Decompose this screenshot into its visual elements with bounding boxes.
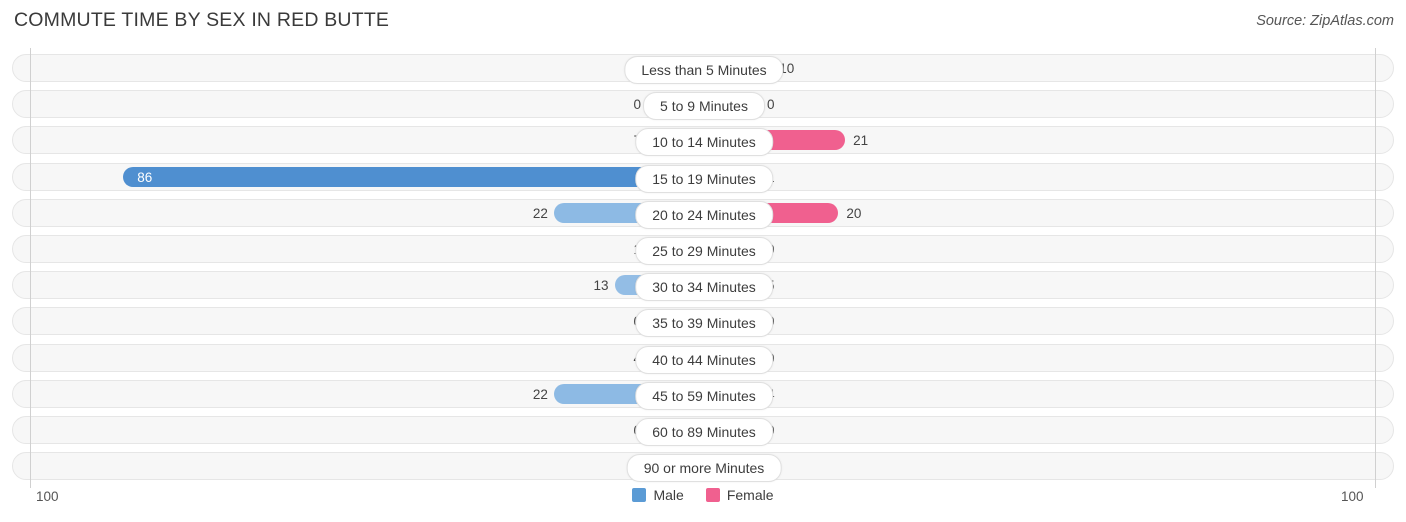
source-attribution: Source: ZipAtlas.com bbox=[1256, 13, 1394, 29]
category-label: 10 to 14 Minutes bbox=[635, 128, 773, 157]
bar-male[interactable] bbox=[123, 166, 702, 187]
legend-item[interactable]: Male bbox=[632, 487, 684, 503]
chart-row[interactable]: 0 035 to 39 Minutes bbox=[12, 307, 1394, 338]
category-label: 15 to 19 Minutes bbox=[635, 164, 773, 193]
category-label: 30 to 34 Minutes bbox=[635, 273, 773, 302]
value-label-female: 1 bbox=[767, 168, 825, 188]
value-label-female: 20 bbox=[846, 205, 862, 221]
value-label-male: 7 bbox=[583, 131, 641, 151]
value-label-male: 1 bbox=[583, 240, 641, 260]
chart-row-inner: 22 20 20 to 24 Minutes bbox=[13, 200, 1393, 229]
value-label-male: 13 bbox=[593, 278, 609, 294]
value-label-female: 0 bbox=[767, 240, 825, 260]
chart-row[interactable]: 22 445 to 59 Minutes bbox=[12, 379, 1394, 410]
value-label-male: 86 bbox=[137, 169, 153, 185]
value-label-female: 0 bbox=[767, 97, 775, 113]
value-label-male: 0 bbox=[583, 312, 641, 332]
value-label-male: 4 bbox=[583, 349, 641, 369]
value-label-female: 0 bbox=[767, 349, 825, 369]
value-label-male: 22 bbox=[532, 205, 548, 221]
chart-row[interactable]: 1 025 to 29 Minutes bbox=[12, 235, 1394, 265]
chart-row[interactable]: 0 05 to 9 Minutes bbox=[12, 90, 1394, 121]
chart-row-inner: 0 035 to 39 Minutes bbox=[13, 308, 1393, 338]
category-label: Less than 5 Minutes bbox=[624, 56, 784, 84]
category-label: 45 to 59 Minutes bbox=[635, 381, 773, 410]
chart-row-inner: 7 21 10 to 14 Minutes bbox=[13, 127, 1393, 157]
chart-row-inner: 4 040 to 44 Minutes bbox=[13, 345, 1393, 374]
legend-swatch-icon bbox=[705, 488, 720, 502]
value-label-female: 5 bbox=[767, 276, 825, 296]
page-title: COMMUTE TIME BY SEX IN RED BUTTE bbox=[14, 9, 390, 31]
chart-row[interactable]: 86 115 to 19 Minutes bbox=[12, 162, 1394, 193]
legend-label: Male bbox=[653, 487, 684, 503]
category-label: 60 to 89 Minutes bbox=[635, 418, 773, 446]
value-label-male: 0 bbox=[583, 421, 641, 441]
chart-row-inner: 86 115 to 19 Minutes bbox=[13, 164, 1393, 193]
category-label: 35 to 39 Minutes bbox=[635, 309, 773, 338]
chart-row-inner: 1 025 to 29 Minutes bbox=[13, 236, 1393, 265]
value-label-female: 0 bbox=[767, 421, 825, 441]
category-label: 40 to 44 Minutes bbox=[635, 345, 773, 374]
legend-swatch-icon bbox=[632, 488, 647, 502]
legend-label: Female bbox=[726, 487, 774, 503]
value-label-male: 0 bbox=[633, 97, 641, 113]
category-label: 25 to 29 Minutes bbox=[635, 237, 773, 265]
chart-row-inner: 13 530 to 34 Minutes bbox=[13, 272, 1393, 302]
chart-row-inner: 0090 or more Minutes bbox=[13, 453, 1393, 483]
chart-row-inner: 010Less than 5 Minutes bbox=[13, 55, 1393, 84]
chart-row[interactable]: 13 530 to 34 Minutes bbox=[12, 271, 1394, 302]
chart-row-inner: 22 445 to 59 Minutes bbox=[13, 381, 1393, 410]
value-label-female: 21 bbox=[853, 133, 869, 149]
plot-area: 010Less than 5 Minutes005 to 9 Minutes72… bbox=[0, 48, 1406, 488]
value-label-female: 0 bbox=[767, 312, 825, 332]
value-label-female: 4 bbox=[767, 385, 825, 405]
legend-item[interactable]: Female bbox=[705, 487, 774, 503]
chart-legend: Male Female bbox=[0, 487, 1406, 503]
value-label-female: 10 bbox=[779, 61, 795, 76]
chart-row[interactable]: 4 040 to 44 Minutes bbox=[12, 343, 1394, 374]
chart-row-inner: 0 05 to 9 Minutes bbox=[13, 91, 1393, 121]
axis-line-left bbox=[30, 48, 31, 488]
chart-row[interactable]: 0 060 to 89 Minutes bbox=[12, 416, 1394, 446]
chart-row[interactable]: 7 21 10 to 14 Minutes bbox=[12, 126, 1394, 157]
chart-row[interactable]: 22 20 20 to 24 Minutes bbox=[12, 198, 1394, 229]
category-label: 90 or more Minutes bbox=[626, 454, 782, 483]
axis-line-right bbox=[1375, 48, 1376, 488]
chart-row[interactable]: 0090 or more Minutes bbox=[12, 452, 1394, 483]
chart-row-inner: 0 060 to 89 Minutes bbox=[13, 417, 1393, 446]
category-label: 5 to 9 Minutes bbox=[643, 92, 765, 121]
chart-root: COMMUTE TIME BY SEX IN RED BUTTE Source:… bbox=[0, 0, 1406, 522]
category-label: 20 to 24 Minutes bbox=[635, 200, 773, 229]
chart-row[interactable]: 010Less than 5 Minutes bbox=[12, 54, 1394, 84]
value-label-male: 22 bbox=[532, 386, 548, 402]
